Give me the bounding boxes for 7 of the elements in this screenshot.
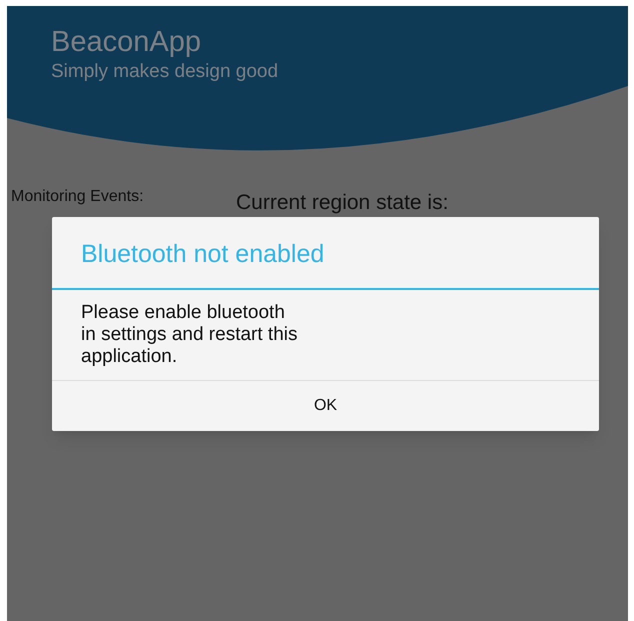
app-subtitle: Simply makes design good — [51, 60, 280, 84]
dialog-title: Bluetooth not enabled — [80, 239, 326, 270]
ok-button[interactable]: OK — [52, 381, 599, 432]
region-state-label: Current region state is: — [236, 192, 448, 214]
app-title: BeaconApp — [51, 25, 202, 60]
dialog-message: Please enable bluetooth in settings and restart this application. — [80, 301, 298, 370]
monitoring-events-label: Monitoring Events: — [11, 187, 144, 207]
